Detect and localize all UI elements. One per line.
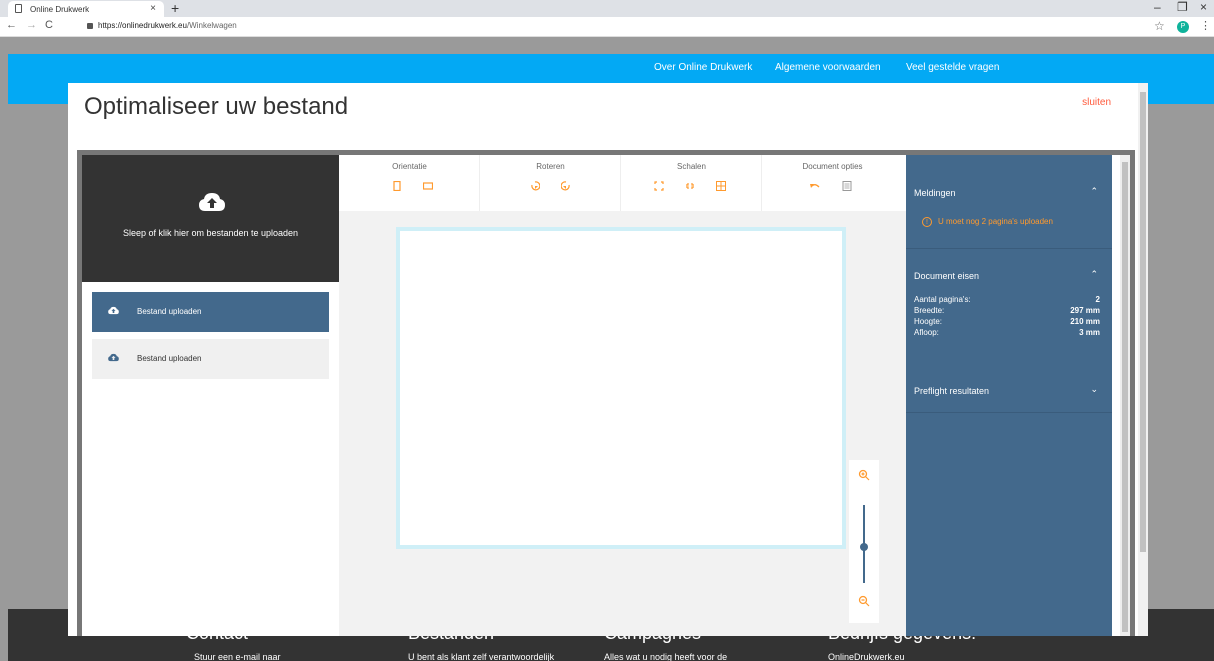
bookmark-star-icon[interactable]: ☆ <box>1154 19 1165 33</box>
zoom-out-icon[interactable] <box>858 595 870 607</box>
file-editor: Sleep of klik hier om bestanden te uploa… <box>77 150 1135 636</box>
rotate-right-icon[interactable] <box>561 181 571 191</box>
toolbar-group-label: Schalen <box>677 162 706 171</box>
requirement-row: Hoogte: 210 mm <box>914 317 1100 326</box>
reload-icon[interactable]: C <box>45 19 53 31</box>
document-icon[interactable] <box>842 181 852 191</box>
requirement-value: 210 mm <box>1070 317 1100 326</box>
requirement-row: Breedte: 297 mm <box>914 306 1100 315</box>
lock-icon <box>87 23 93 29</box>
chevron-up-icon[interactable]: ⌃ <box>1090 186 1098 197</box>
tab-title: Online Drukwerk <box>30 5 90 14</box>
chevron-up-icon[interactable]: ⌃ <box>1090 269 1098 280</box>
url-path: /Winkelwagen <box>186 21 237 30</box>
portrait-icon[interactable] <box>392 181 402 191</box>
meldingen-title[interactable]: Meldingen <box>914 188 956 198</box>
nav-link-over[interactable]: Over Online Drukwerk <box>654 62 752 73</box>
address-bar: ← → C https://onlinedrukwerk.eu/Winkelwa… <box>0 17 1214 37</box>
document-eisen-section: Document eisen ⌃ Aantal pagina's: 2 Breed… <box>906 249 1112 413</box>
requirement-value: 3 mm <box>1079 328 1100 337</box>
requirement-row: Aantal pagina's: 2 <box>914 295 1100 304</box>
maximize-button[interactable]: ❐ <box>1177 0 1188 14</box>
url-host: https://onlinedrukwerk.eu <box>98 21 187 30</box>
menu-kebab-icon[interactable]: ⋮ <box>1200 19 1211 32</box>
warning-text: U moet nog 2 pagina's uploaden <box>938 217 1053 227</box>
close-window-button[interactable]: × <box>1200 0 1207 14</box>
dropzone-text: Sleep of klik hier om bestanden te uploa… <box>122 228 299 238</box>
modal-title: Optimaliseer uw bestand <box>84 93 349 120</box>
requirement-label: Breedte: <box>914 306 945 315</box>
footer-text-contact: Stuur een e-mail naar <box>194 652 281 661</box>
info-panel: Meldingen ⌃ ! U moet nog 2 pagina's uploa… <box>906 155 1112 636</box>
profile-avatar[interactable]: P <box>1177 21 1189 33</box>
file-upload-item[interactable]: Bestand uploaden <box>92 292 329 332</box>
requirement-value: 297 mm <box>1070 306 1100 315</box>
footer-text-campagnes: Alles wat u nodig heeft voor de <box>604 652 728 661</box>
minimize-button[interactable]: – <box>1154 0 1161 14</box>
toolbar-group-label: Roteren <box>536 162 565 171</box>
browser-tab[interactable]: Online Drukwerk × <box>8 1 164 17</box>
grid-icon[interactable] <box>716 181 726 191</box>
footer-text-bedrijf: OnlineDrukwerk.eu <box>828 652 905 661</box>
chevron-down-icon[interactable]: ⌄ <box>1090 384 1098 395</box>
fit-icon[interactable] <box>654 181 664 191</box>
requirement-label: Hoogte: <box>914 317 943 326</box>
requirement-label: Afloop: <box>914 328 939 337</box>
panel-gutter <box>1112 155 1120 636</box>
cloud-upload-icon <box>108 353 119 362</box>
close-link[interactable]: sluiten <box>1082 97 1111 108</box>
requirement-label: Aantal pagina's: <box>914 295 971 304</box>
forward-icon[interactable]: → <box>26 19 37 31</box>
toolbar-group-label: Orientatie <box>392 162 427 171</box>
document-eisen-title[interactable]: Document eisen <box>914 271 979 281</box>
shrink-icon[interactable] <box>685 181 695 191</box>
browser-tab-bar: Online Drukwerk × + – ❐ × <box>0 0 1214 17</box>
cloud-upload-icon <box>108 306 119 315</box>
nav-link-voorwaarden[interactable]: Algemene voorwaarden <box>775 62 881 73</box>
page-icon <box>15 4 22 13</box>
nav-link-faq[interactable]: Veel gestelde vragen <box>906 62 999 73</box>
toolbar-group-schalen: Schalen <box>621 155 762 211</box>
landscape-icon[interactable] <box>423 181 433 191</box>
toolbar-group-roteren: Roteren <box>480 155 621 211</box>
footer-text-bestanden: U bent als klant zelf verantwoordelijk <box>408 652 555 661</box>
requirement-row: Afloop: 3 mm <box>914 328 1100 337</box>
toolbar-group-orientatie: Orientatie <box>339 155 480 211</box>
rotate-left-icon[interactable] <box>530 181 540 191</box>
upload-dropzone[interactable]: Sleep of klik hier om bestanden te uploa… <box>82 155 339 282</box>
requirement-value: 2 <box>1095 295 1100 304</box>
cloud-upload-icon <box>199 193 225 211</box>
zoom-slider-handle[interactable] <box>860 543 868 551</box>
editor-toolbar: Orientatie Roteren Schalen Document opti… <box>339 155 906 211</box>
editor-scrollbar-thumb[interactable] <box>1122 162 1128 632</box>
meldingen-section: Meldingen ⌃ ! U moet nog 2 pagina's uploa… <box>906 155 1112 249</box>
warning-message: ! U moet nog 2 pagina's uploaden <box>922 217 1053 227</box>
url-field[interactable]: https://onlinedrukwerk.eu/Winkelwagen <box>98 21 237 30</box>
page-canvas[interactable] <box>396 227 846 549</box>
upload-panel: Sleep of klik hier om bestanden te uploa… <box>82 155 339 636</box>
file-upload-item[interactable]: Bestand uploaden <box>92 339 329 379</box>
toolbar-group-document: Document opties <box>762 155 903 211</box>
preflight-title[interactable]: Preflight resultaten <box>914 386 989 396</box>
zoom-control <box>849 460 879 623</box>
zoom-in-icon[interactable] <box>858 469 870 481</box>
warning-icon: ! <box>922 217 932 227</box>
back-icon[interactable]: ← <box>6 19 17 31</box>
file-item-label: Bestand uploaden <box>137 354 202 363</box>
new-tab-button[interactable]: + <box>171 0 179 16</box>
tab-close-icon[interactable]: × <box>150 3 156 14</box>
toolbar-group-label: Document opties <box>802 162 863 171</box>
modal-scrollbar-thumb[interactable] <box>1140 92 1146 552</box>
undo-icon[interactable] <box>810 181 820 191</box>
preview-area: Orientatie Roteren Schalen Document opti… <box>339 155 906 636</box>
optimize-modal: Optimaliseer uw bestand sluiten Sleep of… <box>68 83 1148 636</box>
file-item-label: Bestand uploaden <box>137 307 202 316</box>
